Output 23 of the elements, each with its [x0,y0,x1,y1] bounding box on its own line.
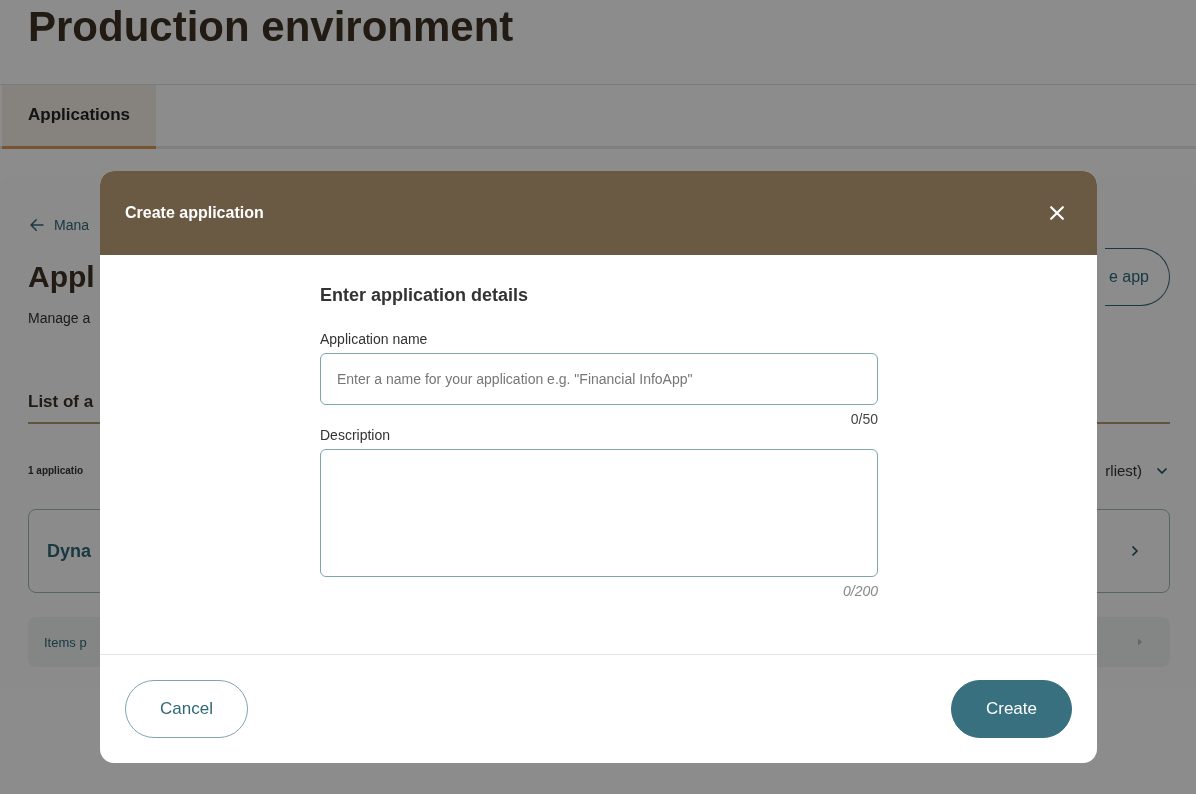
form-heading: Enter application details [320,285,530,306]
field-label: Description [320,427,392,443]
back-link-text[interactable]: Mana [54,217,90,233]
input-field[interactable]: Enter a name for your application e.g. "Financial InfoApp" [320,353,878,405]
cancel-button[interactable]: Cancel [125,680,248,738]
close-button[interactable] [1047,203,1067,223]
arrow-left-icon [28,216,46,234]
result-count: 1 applicatio [28,465,83,476]
character-counter: 0/200 [842,583,878,599]
create-app-button[interactable]: e app [1104,248,1170,306]
character-counter: 0/50 [850,411,878,427]
sort-dropdown[interactable]: rliest) [1105,462,1142,479]
list-heading: List of a [28,392,94,412]
dialog-title: Create application [125,204,264,222]
items-per-page-label: Items p [44,634,87,650]
create-button[interactable]: Create [950,680,1072,738]
back-link[interactable]: Mana [28,216,90,234]
field-label: Application name [320,331,429,347]
subtitle: Manage a [28,310,91,326]
section-heading: Appl [28,260,95,294]
application-name[interactable]: Dyna [47,540,91,562]
tab[interactable]: Applications [2,85,156,149]
close-icon [1047,203,1067,223]
